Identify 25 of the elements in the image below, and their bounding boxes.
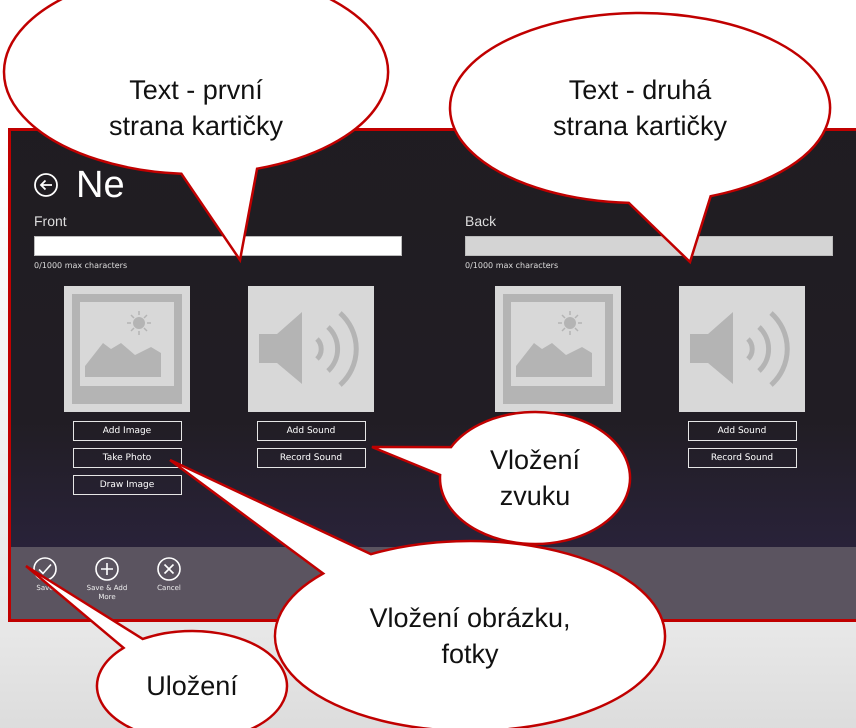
back-icon[interactable] [34,173,58,197]
check-icon [33,557,57,581]
media-button[interactable]: Add Image [72,421,182,441]
text-field[interactable] [465,236,833,256]
close-icon [157,557,181,581]
media-button[interactable]: Add Sound [256,421,366,441]
page-title: Ne [76,164,125,206]
media-button[interactable]: Draw Image [72,475,182,495]
plus-icon [95,557,119,581]
media-button[interactable]: Record Sound [688,448,796,468]
field-label: Back [465,213,498,229]
text-field[interactable] [34,236,402,256]
field-label: Front [34,213,68,229]
callout-text: Vložení obrázku, fotky [368,602,572,671]
callout-text: Uložení [145,670,239,703]
character-counter: 0/1000 max characters [34,261,128,270]
picture-icon [503,294,613,404]
media-button[interactable]: Take Photo [72,448,182,468]
callout-text: Text - druhá strana kartičky [552,74,728,143]
callout-text: Text - první strana kartičky [108,74,284,143]
callout-text: Vložení zvuku [488,444,582,513]
media-button[interactable]: Add Sound [688,421,796,441]
character-counter: 0/1000 max characters [465,261,560,270]
media-button[interactable]: Record Sound [256,448,366,468]
picture-icon [72,294,182,404]
